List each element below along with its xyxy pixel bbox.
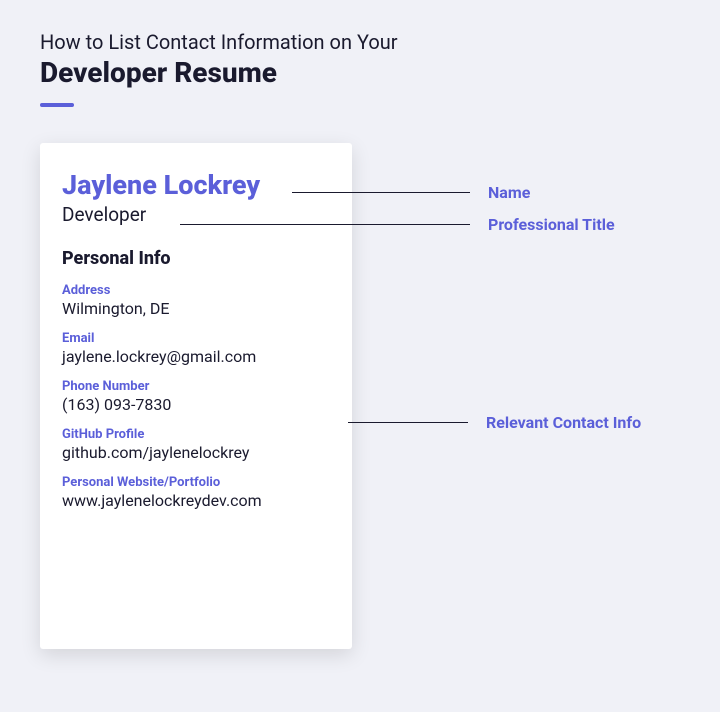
info-email: Email jaylene.lockrey@gmail.com [62, 331, 330, 366]
callout-title: Professional Title [180, 215, 615, 234]
callout-line [180, 224, 470, 225]
section-heading: Personal Info [62, 248, 330, 269]
info-website: Personal Website/Portfolio www.jaylenelo… [62, 475, 330, 510]
callout-line [348, 422, 468, 423]
callout-name: Name [292, 183, 530, 202]
info-label: Phone Number [62, 379, 330, 394]
info-label: GitHub Profile [62, 427, 330, 442]
info-value: Wilmington, DE [62, 299, 330, 318]
info-address: Address Wilmington, DE [62, 283, 330, 318]
info-value: www.jaylenelockreydev.com [62, 491, 330, 510]
content-area: Jaylene Lockrey Developer Personal Info … [0, 107, 720, 649]
info-label: Personal Website/Portfolio [62, 475, 330, 490]
header-subtitle: How to List Contact Information on Your [40, 30, 680, 54]
callout-contact: Relevant Contact Info [348, 413, 641, 432]
resume-name: Jaylene Lockrey [62, 169, 330, 201]
info-value: github.com/jaylenelockrey [62, 443, 330, 462]
info-label: Address [62, 283, 330, 298]
callout-label: Name [488, 183, 530, 202]
info-value: jaylene.lockrey@gmail.com [62, 347, 330, 366]
callout-line [292, 192, 470, 193]
callout-label: Relevant Contact Info [486, 413, 641, 432]
info-phone: Phone Number (163) 093-7830 [62, 379, 330, 414]
header-title: Developer Resume [40, 56, 680, 89]
header: How to List Contact Information on Your … [0, 0, 720, 107]
info-label: Email [62, 331, 330, 346]
info-value: (163) 093-7830 [62, 395, 330, 414]
info-github: GitHub Profile github.com/jaylenelockrey [62, 427, 330, 462]
callout-label: Professional Title [488, 215, 615, 234]
